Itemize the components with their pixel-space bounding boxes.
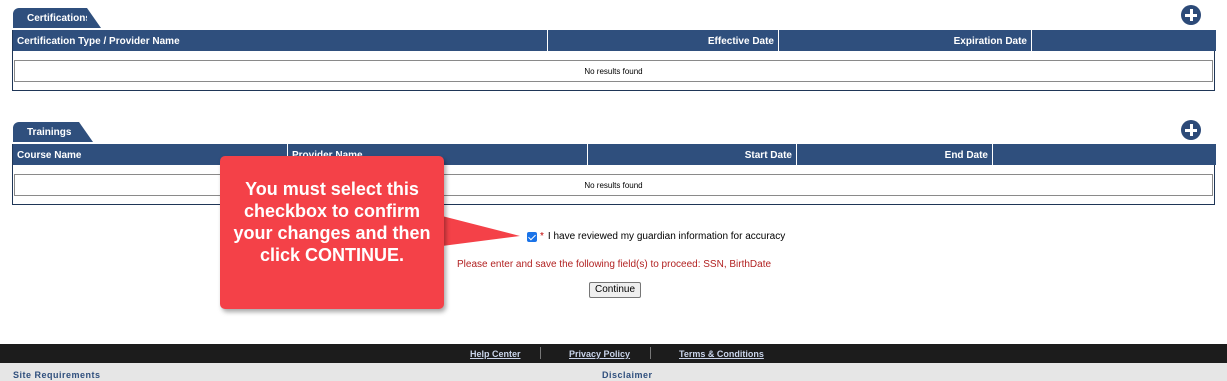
required-marker: *: [540, 231, 544, 242]
footer-links-bar: Help Center Privacy Policy Terms & Condi…: [0, 344, 1227, 363]
col-blank: [1032, 30, 1216, 51]
certifications-grid: Certification Type / Provider Name Effec…: [12, 30, 1216, 91]
col-expiration-date[interactable]: Expiration Date: [779, 30, 1032, 51]
trainings-grid-header: Course Name Provider Name Start Date End…: [13, 144, 1216, 165]
footer-separator: [540, 347, 541, 359]
certifications-tab-label: Certifications: [27, 13, 91, 24]
certifications-grid-header: Certification Type / Provider Name Effec…: [13, 30, 1216, 51]
trainings-tab-label: Trainings: [27, 127, 72, 138]
certifications-empty-row: No results found: [14, 60, 1213, 82]
col-effective-date[interactable]: Effective Date: [548, 30, 779, 51]
footer-info: Site Requirements Disclaimer: [0, 363, 1227, 381]
col-end-date[interactable]: End Date: [797, 144, 993, 165]
error-message: Please enter and save the following fiel…: [457, 259, 772, 270]
trainings-grid: Course Name Provider Name Start Date End…: [12, 144, 1216, 205]
add-certification-icon[interactable]: [1181, 5, 1201, 25]
continue-button[interactable]: Continue: [589, 282, 641, 298]
confirm-row: * I have reviewed my guardian informatio…: [527, 231, 785, 242]
terms-conditions-link[interactable]: Terms & Conditions: [679, 349, 764, 359]
confirm-checkbox[interactable]: [527, 231, 537, 242]
add-training-icon[interactable]: [1181, 120, 1201, 140]
instruction-callout: You must select this checkbox to confirm…: [220, 156, 444, 309]
col-blank: [993, 144, 1216, 165]
callout-pointer: [442, 216, 520, 246]
certifications-tab: Certifications: [13, 8, 101, 28]
disclaimer-heading[interactable]: Disclaimer: [602, 370, 653, 380]
col-start-date[interactable]: Start Date: [588, 144, 797, 165]
trainings-tab: Trainings: [13, 122, 93, 142]
trainings-empty-row: No results found: [14, 174, 1213, 196]
site-requirements-heading[interactable]: Site Requirements: [13, 370, 101, 380]
callout-text: You must select this checkbox to confirm…: [233, 179, 431, 265]
col-certification-type[interactable]: Certification Type / Provider Name: [13, 30, 548, 51]
confirm-label[interactable]: I have reviewed my guardian information …: [548, 231, 785, 242]
footer-separator: [650, 347, 651, 359]
help-center-link[interactable]: Help Center: [470, 349, 521, 359]
privacy-policy-link[interactable]: Privacy Policy: [569, 349, 630, 359]
